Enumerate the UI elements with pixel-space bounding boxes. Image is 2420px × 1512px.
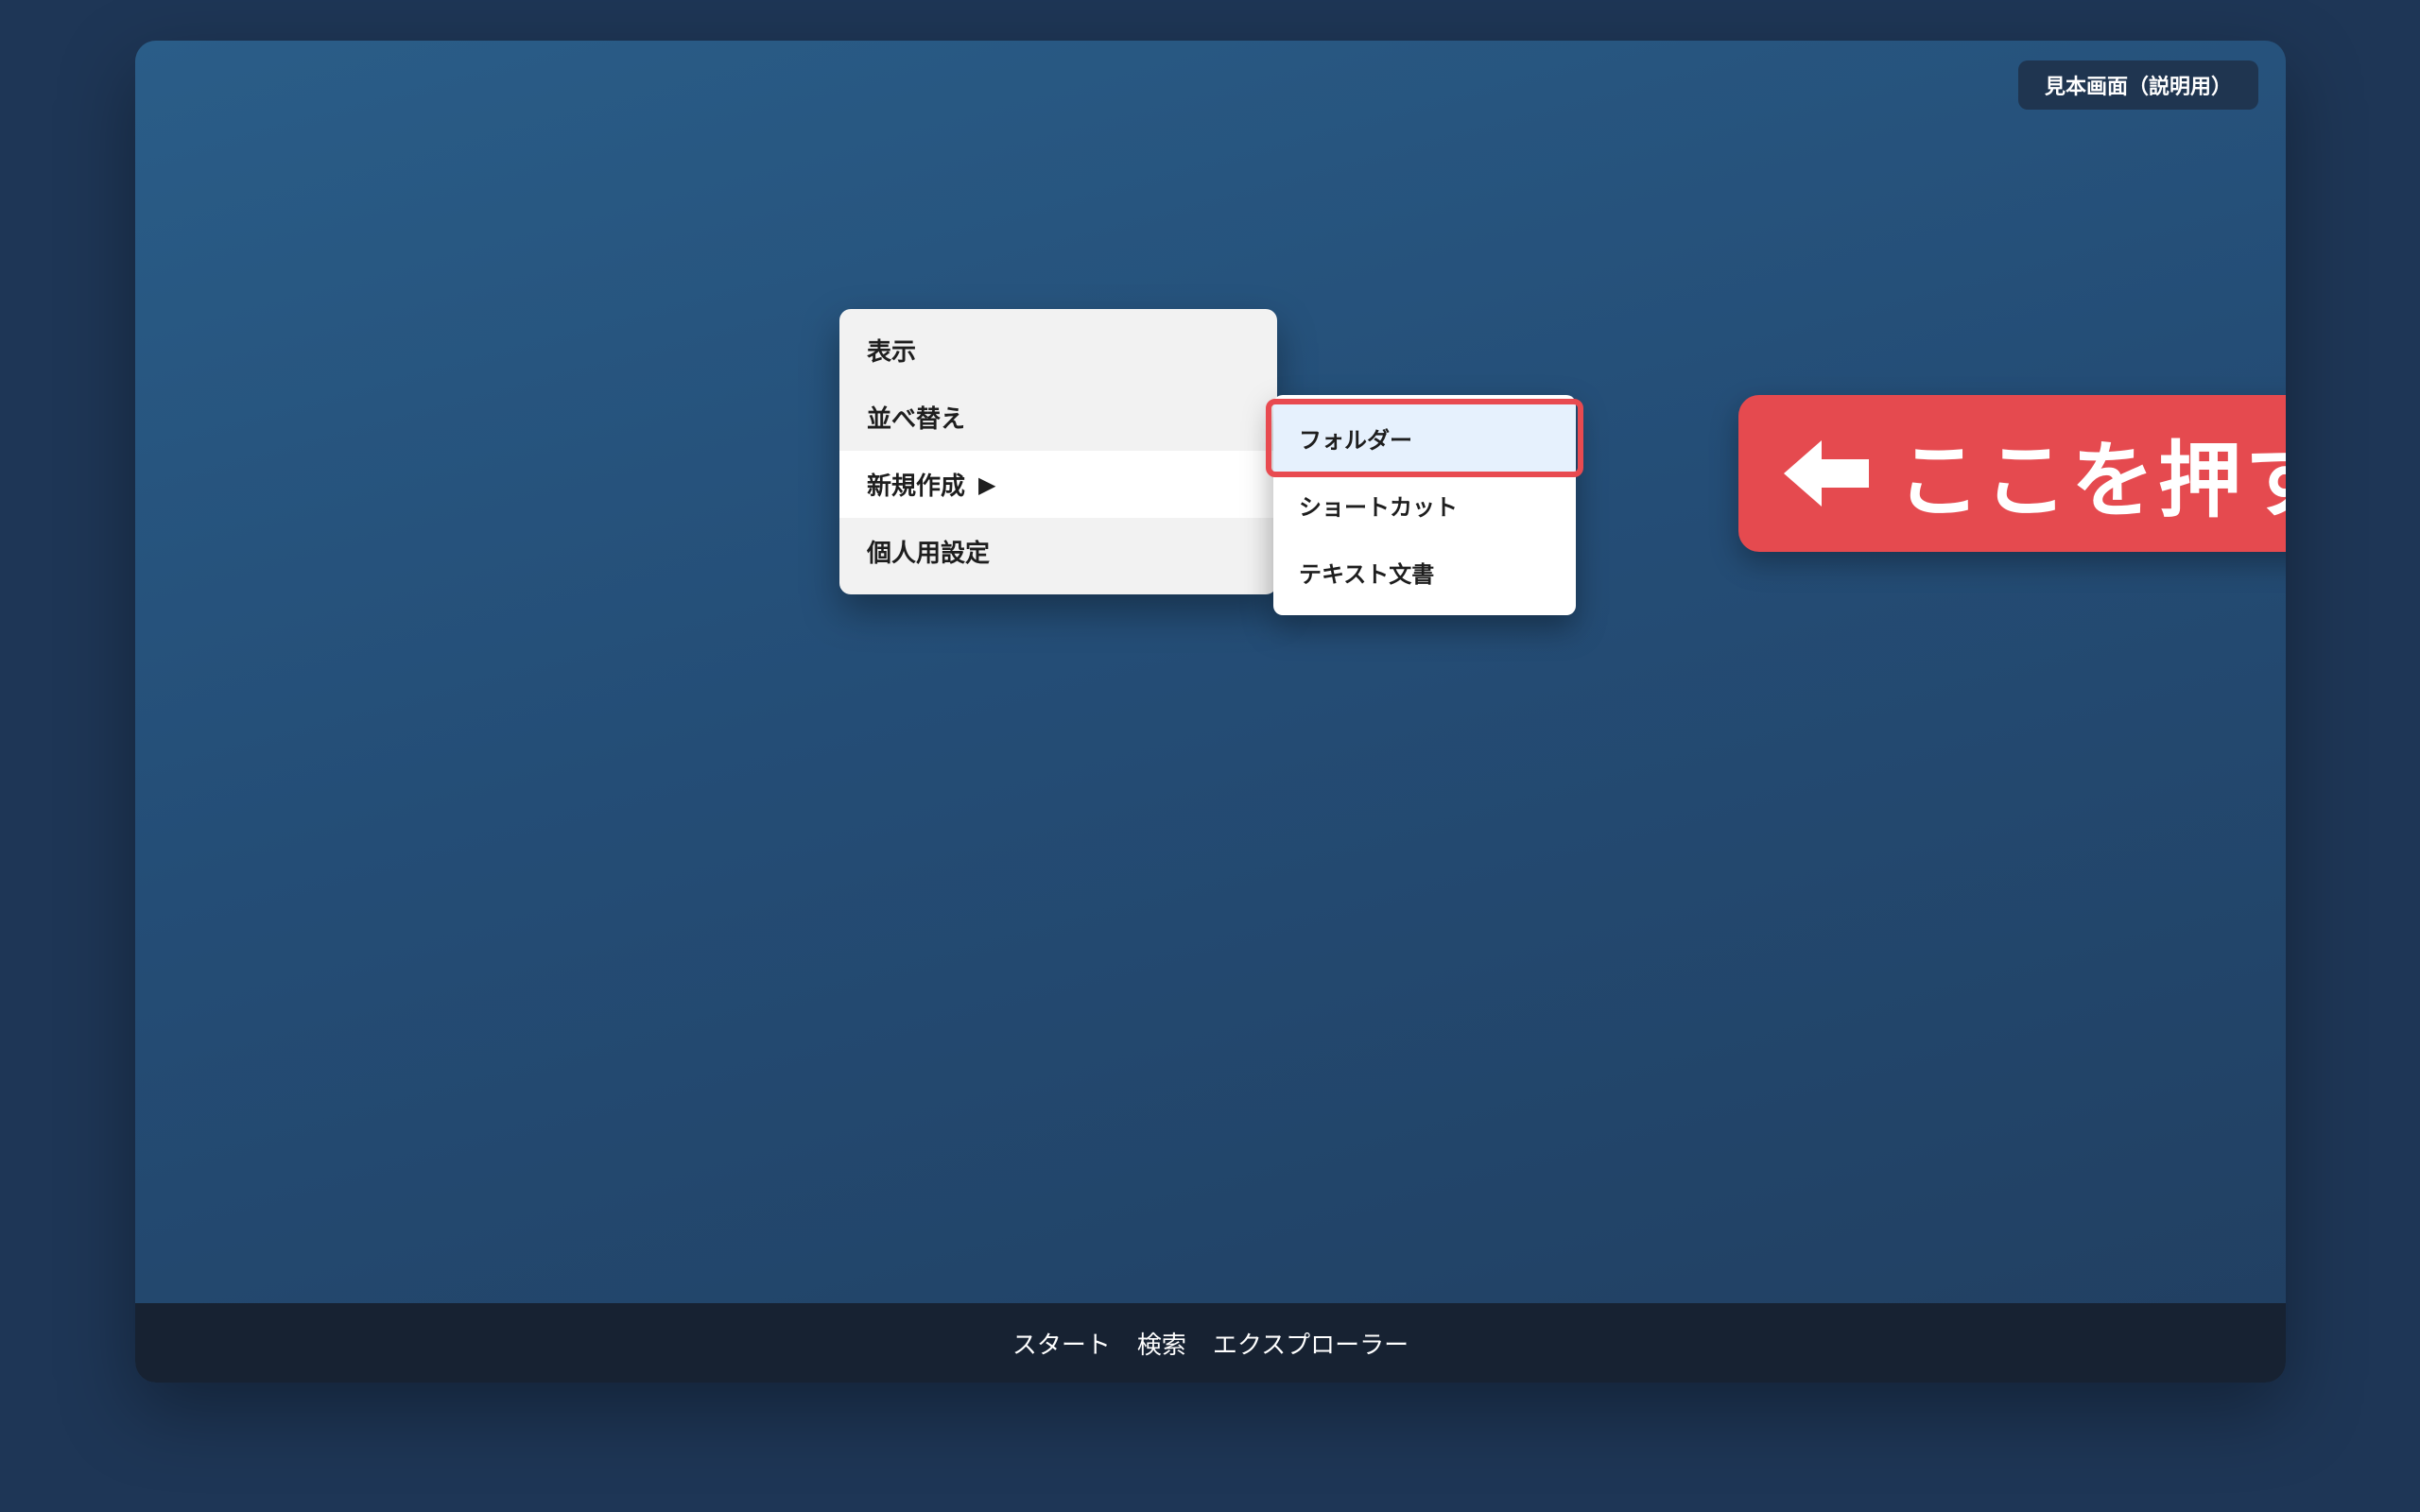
taskbar-search[interactable]: 検索	[1137, 1326, 1186, 1361]
menu-item-new[interactable]: 新規作成 ▶	[839, 451, 1277, 518]
callout-text: ここを押す	[1897, 431, 2286, 529]
menu-item-label: 新規作成	[867, 472, 966, 501]
submenu-item-folder[interactable]: フォルダー	[1266, 399, 1583, 477]
desktop-screen: 見本画面（説明用） 表示 並べ替え 新規作成 ▶ 個人用設定 フォルダー ショー…	[135, 41, 2286, 1383]
menu-item-label: 並べ替え	[867, 405, 966, 434]
menu-item-sort[interactable]: 並べ替え	[839, 384, 1277, 451]
taskbar-start[interactable]: スタート	[1012, 1326, 1111, 1361]
sample-screen-badge: 見本画面（説明用）	[2017, 60, 2258, 110]
left-arrow-icon	[1784, 440, 1869, 507]
submenu-arrow-icon: ▶	[978, 471, 996, 498]
menu-item-personalize[interactable]: 個人用設定	[839, 518, 1277, 585]
submenu-item-label: ショートカット	[1299, 494, 1458, 521]
taskbar-explorer[interactable]: エクスプローラー	[1213, 1326, 1409, 1361]
menu-item-view[interactable]: 表示	[839, 317, 1277, 384]
submenu-item-shortcut[interactable]: ショートカット	[1273, 472, 1576, 539]
context-menu: 表示 並べ替え 新規作成 ▶ 個人用設定	[839, 309, 1277, 594]
submenu-item-label: テキスト文書	[1299, 561, 1435, 588]
instruction-callout: ここを押す	[1738, 395, 2286, 552]
new-submenu: フォルダー ショートカット テキスト文書	[1266, 395, 1583, 615]
taskbar: スタート 検索 エクスプローラー	[135, 1303, 2286, 1383]
menu-item-label: 個人用設定	[867, 540, 991, 568]
submenu-item-label: フォルダー	[1299, 427, 1412, 454]
menu-item-label: 表示	[867, 338, 917, 367]
submenu-item-text-document[interactable]: テキスト文書	[1273, 539, 1576, 606]
